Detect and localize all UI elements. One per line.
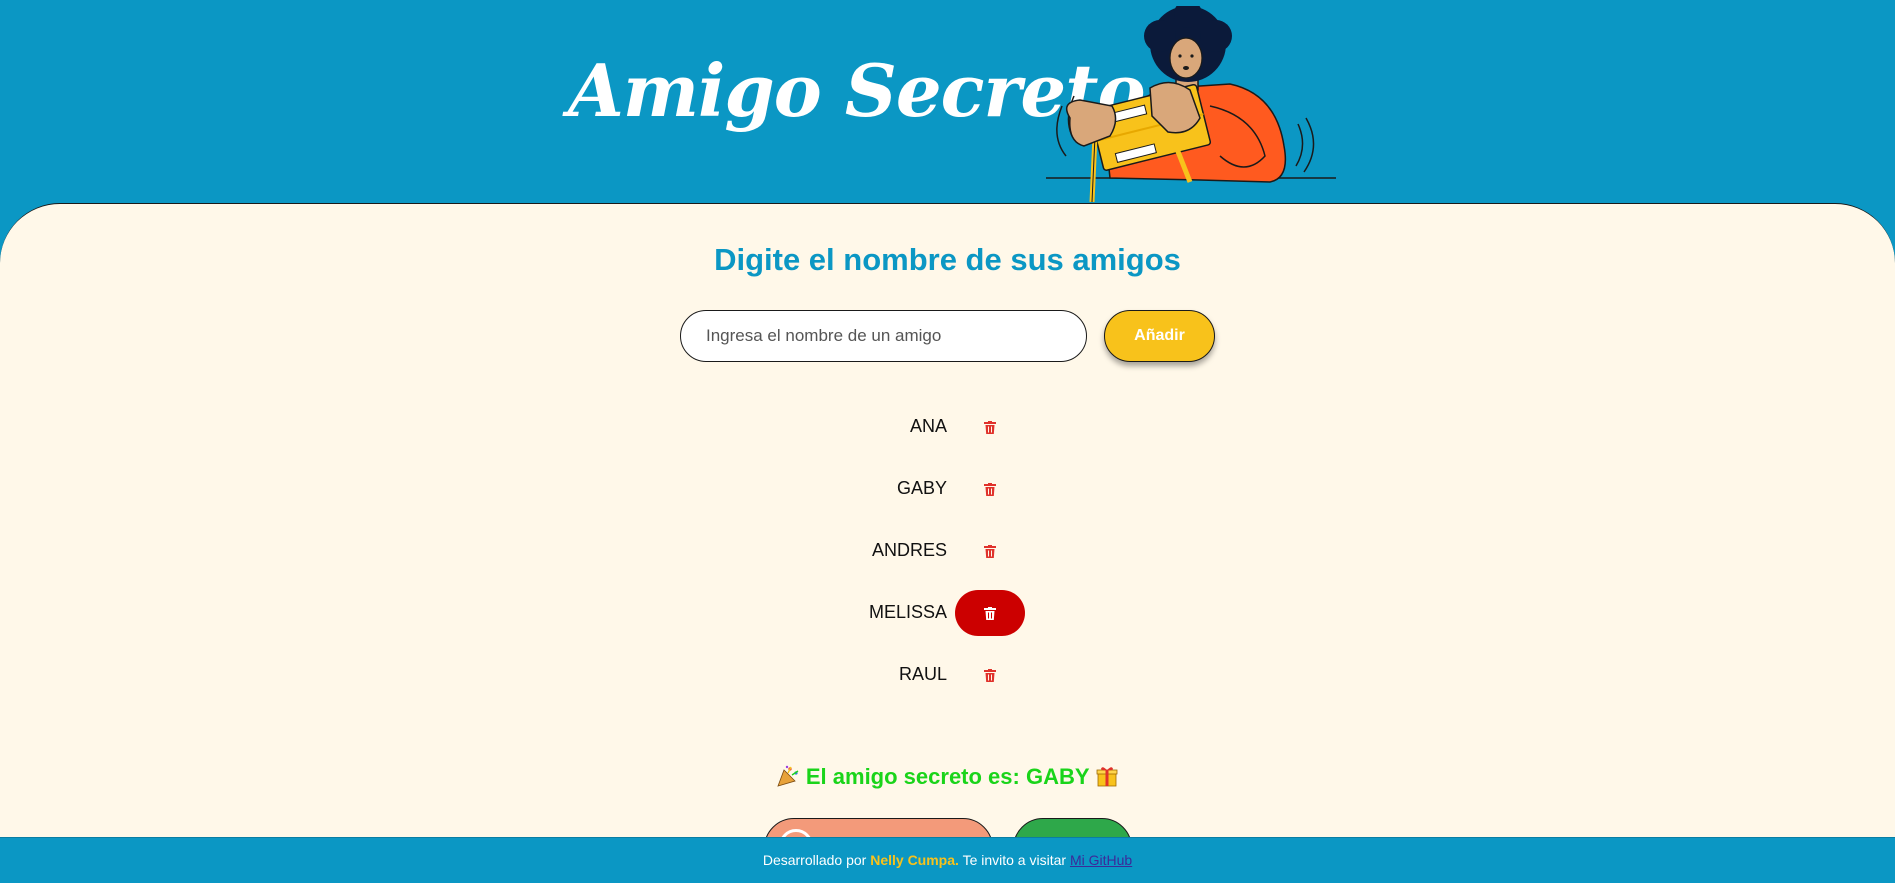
friend-input-wrapper (680, 310, 1087, 362)
footer-author: Nelly Cumpa. (870, 852, 959, 868)
friend-name: MELISSA (868, 602, 947, 622)
gift-illustration (1046, 6, 1336, 203)
delete-button[interactable] (955, 466, 1025, 512)
party-popper-icon (777, 765, 799, 787)
delete-button[interactable] (955, 404, 1025, 450)
trash-icon (984, 544, 996, 558)
result-message: El amigo secreto es: GABY (0, 764, 1895, 790)
list-item: ANDRES (0, 528, 1895, 574)
footer-middle: Te invito a visitar (962, 852, 1067, 868)
header: Amigo Secreto (0, 0, 1895, 210)
friend-name: ANA (909, 416, 947, 436)
delete-button[interactable] (955, 652, 1025, 698)
section-title: Digite el nombre de sus amigos (714, 242, 1181, 277)
main-panel: Digite el nombre de sus amigos Añadir AN… (0, 203, 1895, 883)
footer: Desarrollado por Nelly Cumpa. Te invito … (0, 837, 1895, 883)
list-item: ANA (0, 404, 1895, 450)
trash-icon (984, 668, 996, 682)
friend-name-input[interactable] (681, 311, 1086, 361)
github-link[interactable]: Mi GitHub (1070, 852, 1132, 868)
result-text: El amigo secreto es: GABY (805, 764, 1090, 789)
friend-name: GABY (896, 478, 947, 498)
list-item: GABY (0, 466, 1895, 512)
footer-prefix: Desarrollado por (762, 852, 867, 868)
delete-button[interactable] (955, 528, 1025, 574)
list-item: MELISSA (0, 590, 1895, 636)
trash-icon (984, 420, 996, 434)
add-button[interactable]: Añadir (1104, 310, 1215, 362)
trash-icon (984, 606, 996, 620)
friend-name: RAUL (898, 664, 947, 684)
friend-name: ANDRES (871, 540, 947, 560)
trash-icon (984, 482, 996, 496)
list-item: RAUL (0, 652, 1895, 698)
gift-icon (1096, 767, 1118, 787)
delete-button[interactable] (955, 590, 1025, 636)
